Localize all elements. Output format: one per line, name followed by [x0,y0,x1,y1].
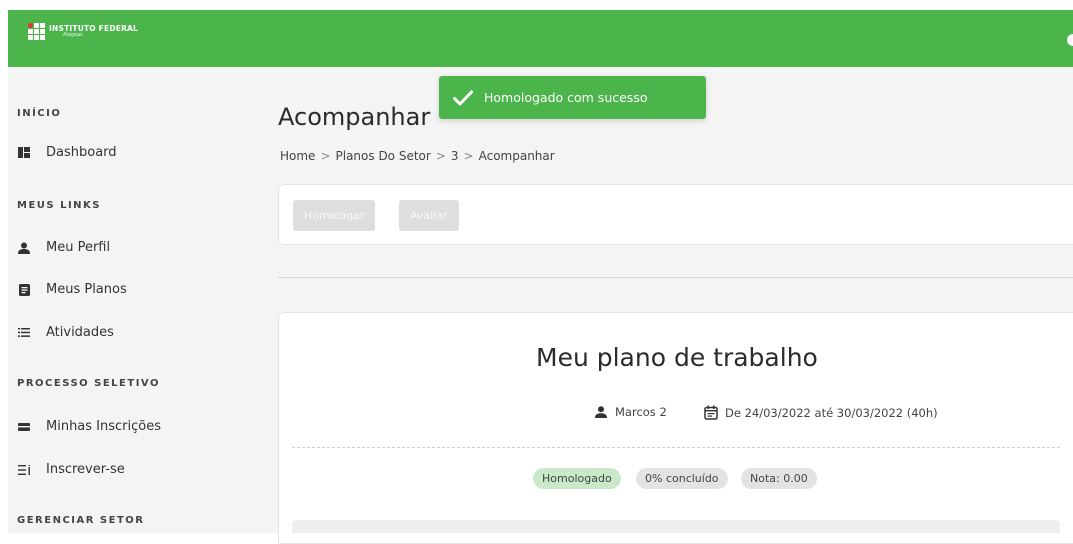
list-icon [17,326,31,340]
actions-card: Homologar Avaliar [278,184,1073,245]
avaliar-button[interactable]: Avaliar [399,200,459,231]
top-header: INSTITUTO FEDERAL Alagoas [8,10,1073,67]
progress-badge: 0% concluído [636,468,728,489]
breadcrumb-current: Acompanhar [478,149,555,163]
grade-badge: Nota: 0.00 [741,468,817,489]
logo-campus: Alagoas [63,32,83,39]
sidebar-item-label: Meu Perfil [46,240,111,255]
calendar-icon [704,405,718,420]
sidebar-section-gerenciar-setor: GERENCIAR SETOR [17,515,145,526]
sidebar-item-minhas-inscricoes[interactable]: Minhas Inscrições [17,419,161,434]
sidebar: INÍCIO Dashboard MEUS LINKS Meu Perfil M… [8,67,224,533]
plan-author: Marcos 2 [594,405,667,419]
breadcrumb: Home > Planos Do Setor > 3 > Acompanhar [280,149,555,163]
logo-mark-icon [28,23,45,40]
status-badge: Homologado [533,468,621,489]
breadcrumb-separator: > [463,149,474,163]
page-title: Acompanhar [278,103,431,131]
sidebar-item-label: Dashboard [46,145,117,160]
list-add-icon [17,463,31,477]
breadcrumb-home[interactable]: Home [280,149,315,163]
sidebar-section-inicio: INÍCIO [17,108,62,119]
sidebar-item-label: Minhas Inscrições [46,419,162,434]
sidebar-section-processo-seletivo: PROCESSO SELETIVO [17,378,160,389]
document-icon [17,283,31,297]
person-icon [17,241,31,255]
logo-title: INSTITUTO FEDERAL [49,23,139,33]
dashed-divider [292,447,1060,448]
plan-period: De 24/03/2022 até 30/03/2022 (40h) [704,405,938,420]
sidebar-item-label: Meus Planos [46,282,127,297]
sidebar-item-label: Atividades [46,325,114,340]
section-divider [278,277,1073,278]
breadcrumb-plan-id[interactable]: 3 [451,149,459,163]
success-toast[interactable]: Homologado com sucesso [439,76,706,119]
sidebar-item-meus-planos[interactable]: Meus Planos [17,282,127,297]
homologar-button[interactable]: Homologar [293,200,376,231]
plan-author-name: Marcos 2 [615,405,667,419]
dashboard-icon [17,146,31,160]
toast-message: Homologado com sucesso [484,90,648,105]
plan-table-header [292,520,1060,533]
checkmark-icon [453,90,473,105]
institution-logo[interactable]: INSTITUTO FEDERAL Alagoas [28,23,138,40]
sidebar-item-atividades[interactable]: Atividades [17,325,114,340]
user-avatar[interactable] [1067,34,1073,46]
person-icon [595,406,607,418]
sidebar-item-label: Inscrever-se [46,462,125,477]
breadcrumb-separator: > [435,149,446,163]
sidebar-item-dashboard[interactable]: Dashboard [17,145,117,160]
plan-period-text: De 24/03/2022 até 30/03/2022 (40h) [725,405,938,420]
card-icon [17,420,31,434]
breadcrumb-separator: > [320,149,331,163]
sidebar-section-meus-links: MEUS LINKS [17,200,101,211]
plan-title: Meu plano de trabalho [536,343,818,372]
breadcrumb-planos-do-setor[interactable]: Planos Do Setor [336,149,431,163]
sidebar-item-inscrever-se[interactable]: Inscrever-se [17,462,125,477]
sidebar-item-meu-perfil[interactable]: Meu Perfil [17,240,110,255]
